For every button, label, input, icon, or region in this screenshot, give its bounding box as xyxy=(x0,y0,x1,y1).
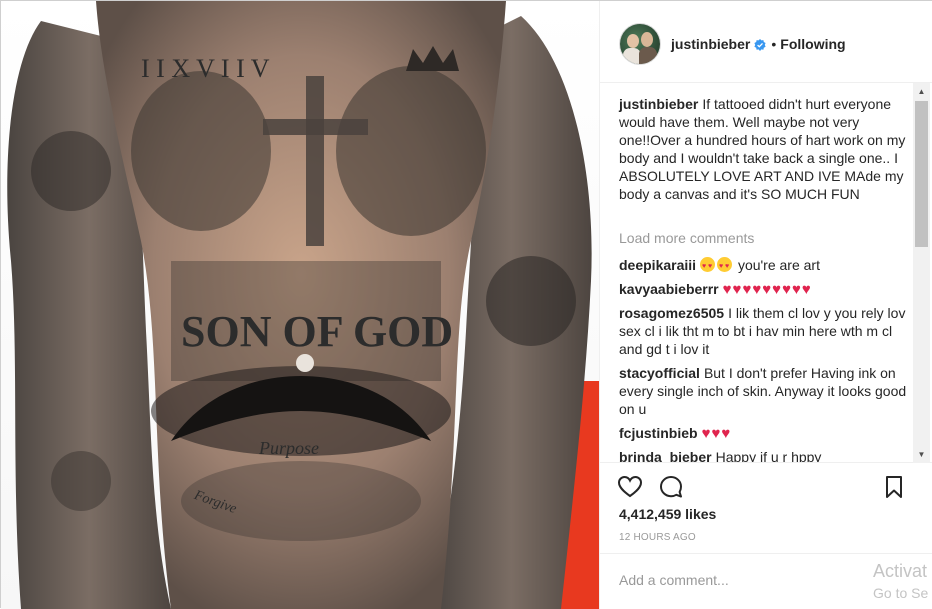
likes-count[interactable]: 4,412,459 likes xyxy=(619,506,716,522)
comments-scrollbar[interactable]: ▲ ▼ xyxy=(913,83,930,463)
action-bar xyxy=(600,463,932,511)
scroll-up-arrow-icon[interactable]: ▲ xyxy=(913,83,930,100)
list-item: rosagomez6505 I lik them cl lov y you rel… xyxy=(619,304,909,358)
comment-username[interactable]: deepikaraiii xyxy=(619,257,696,273)
author-row: justinbieber • Following xyxy=(671,36,846,53)
caption: justinbieber If tattooed didn't hurt ever… xyxy=(619,95,909,203)
caption-username[interactable]: justinbieber xyxy=(619,96,698,112)
scroll-down-arrow-icon[interactable]: ▼ xyxy=(913,446,930,463)
scroll-thumb[interactable] xyxy=(915,101,928,247)
tattoo-purpose: Purpose xyxy=(258,438,319,458)
tattooed-torso-illustration: I I X V I I V SON OF GOD Purpose Forgive xyxy=(7,1,592,609)
comment-username[interactable]: brinda_bieber xyxy=(619,449,712,462)
post-side-panel: justinbieber • Following justinbieber If … xyxy=(599,1,932,609)
comment-username[interactable]: kavyaabieberrr xyxy=(619,281,719,297)
tattoo-son-of-god: SON OF GOD xyxy=(181,307,453,356)
os-activation-watermark: Activat xyxy=(873,561,928,581)
heart-eyes-emoji-icon xyxy=(717,257,733,276)
comment-hearts: ♥♥♥ xyxy=(701,425,732,442)
author-username[interactable]: justinbieber xyxy=(671,36,750,53)
list-item: deepikaraiii you're are art xyxy=(619,256,909,276)
post-dialog: I I X V I I V SON OF GOD Purpose Forgive… xyxy=(0,0,932,609)
list-item: brinda_bieber Happy if u r hppy xyxy=(619,448,909,463)
heart-eyes-emoji-icon xyxy=(700,257,716,276)
post-photo[interactable]: I I X V I I V SON OF GOD Purpose Forgive xyxy=(1,1,599,609)
load-more-comments-link[interactable]: Load more comments xyxy=(619,230,754,246)
following-button[interactable]: Following xyxy=(780,36,845,53)
comment-username[interactable]: stacyofficial xyxy=(619,365,700,381)
comment-text: Happy if u r hppy xyxy=(715,449,822,463)
post-timestamp[interactable]: 12 HOURS AGO xyxy=(619,532,696,543)
verified-badge-icon xyxy=(754,38,766,51)
speech-bubble-icon[interactable] xyxy=(658,474,684,500)
comments-list[interactable]: justinbieber If tattooed didn't hurt ever… xyxy=(600,83,932,463)
avatar[interactable] xyxy=(620,24,660,64)
os-activation-watermark-sub: Go to Se xyxy=(873,585,929,601)
add-comment-placeholder[interactable]: Add a comment... xyxy=(619,572,729,588)
bookmark-icon[interactable] xyxy=(881,474,907,500)
tattoo-roman-numerals: I I X V I I V xyxy=(141,54,270,83)
list-item: stacyofficial But I don't prefer Having i… xyxy=(619,364,909,418)
comment-text: you're are art xyxy=(737,257,820,273)
list-item: kavyaabieberrr ♥♥♥♥♥♥♥♥♥ xyxy=(619,280,909,299)
separator-dot: • xyxy=(771,36,777,52)
comment-username[interactable]: rosagomez6505 xyxy=(619,305,724,321)
list-item: fcjustinbieb ♥♥♥ xyxy=(619,424,909,443)
heart-outline-icon[interactable] xyxy=(617,474,643,500)
post-header: justinbieber • Following xyxy=(600,1,932,83)
comment-hearts: ♥♥♥♥♥♥♥♥♥ xyxy=(722,281,812,298)
comment-username[interactable]: fcjustinbieb xyxy=(619,425,698,441)
